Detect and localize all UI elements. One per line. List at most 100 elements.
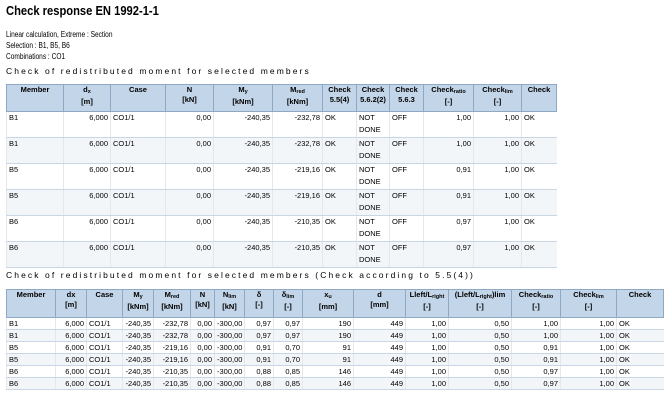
header-label: Member (20, 85, 50, 95)
table-cell: 1,00 (423, 111, 474, 138)
header-label: Case (129, 85, 147, 95)
table-cell: 0,00 (165, 163, 214, 190)
table-cell: OK (616, 377, 664, 390)
table-cell: 6,000 (63, 189, 111, 216)
table-cell: 0,50 (448, 353, 512, 366)
table-cell: 6,000 (55, 353, 87, 366)
table-cell: OK (521, 163, 557, 190)
table-cell: -300,00 (214, 317, 245, 330)
table-cell: -240,35 (213, 241, 273, 268)
table-cell: CO1/1 (110, 241, 166, 268)
column-header: Checklim [-] (473, 84, 522, 112)
table-row: B6 6,000 CO1/1 0,00 -240,35 -210,35 OK NOT DONE… (6, 215, 557, 242)
table-cell: OK (322, 215, 357, 242)
table-cell: 0,50 (448, 365, 512, 378)
header-subscript: lim (228, 294, 237, 300)
table-cell: 0,70 (273, 353, 303, 366)
header-label: δ (256, 290, 262, 300)
table-cell: 0,97 (273, 329, 303, 342)
table-cell: NOT DONE (356, 189, 390, 216)
header-unit: [kNm] (127, 302, 149, 311)
table-cell: 1,00 (560, 377, 617, 390)
table-cell: 0,91 (423, 163, 474, 190)
header-subscript: y (139, 294, 143, 300)
column-header: Check 5.6.2(2) (356, 84, 390, 112)
table-cell: OK (521, 137, 557, 164)
table-cell: OFF (389, 137, 424, 164)
header-subscript: ratio (453, 89, 466, 95)
column-header: dx [m] (63, 84, 111, 112)
header-unit: [kNm] (232, 97, 254, 106)
table-row: B1 6,000 CO1/1 -240,35 -232,78 0,00 -300,00 0,9… (6, 317, 664, 330)
table-cell: 1,00 (473, 111, 522, 138)
table-cell: 6,000 (55, 329, 87, 342)
table-cell: 0,00 (190, 317, 215, 330)
table-cell: OK (322, 111, 357, 138)
column-header: Nlim [kN] (214, 289, 245, 318)
header-unit: [-] (476, 302, 484, 311)
header-unit: 5.6.2(2) (360, 95, 386, 104)
header-unit: [kNm] (286, 97, 309, 106)
table-cell: -300,00 (214, 341, 245, 354)
table-cell: -300,00 (214, 377, 245, 390)
column-header: N [kN] (165, 84, 214, 112)
column-header: Checkratio [-] (423, 84, 474, 112)
header-subscript: red (296, 89, 305, 95)
table-cell: 0,88 (244, 365, 274, 378)
table-cell: -232,78 (153, 317, 191, 330)
table-cell: CO1/1 (86, 377, 123, 390)
header-subscript: right (479, 294, 492, 300)
table-cell: 0,00 (190, 341, 215, 354)
table-cell: 1,00 (560, 353, 617, 366)
table-cell: 1,00 (473, 163, 522, 190)
table-cell: 0,50 (448, 377, 512, 390)
table-cell: 449 (353, 329, 406, 342)
table-row: B6 6,000 CO1/1 -240,35 -210,35 0,00 -300,00 0,8… (6, 365, 664, 378)
table-row: B5 6,000 CO1/1 -240,35 -219,16 0,00 -300,00 0,9… (6, 353, 664, 366)
table-cell: B1 (6, 111, 64, 138)
header-row: Member dx [m] Case N [kN] My [kNm] Mred [kNm] Chec… (6, 84, 557, 112)
table-cell: 0,50 (448, 341, 512, 354)
table-cell: 0,50 (448, 317, 512, 330)
table-cell: 6,000 (63, 137, 111, 164)
table-cell: 6,000 (63, 215, 111, 242)
header-unit: 5.5(4) (329, 95, 350, 104)
table-cell: -232,78 (272, 111, 323, 138)
table-row: B6 6,000 CO1/1 0,00 -240,35 -210,35 OK NOT DONE… (6, 241, 557, 268)
table-cell: 1,00 (511, 329, 561, 342)
table-cell: OK (322, 137, 357, 164)
table-cell: 0,00 (165, 241, 214, 268)
table-cell: -300,00 (214, 329, 245, 342)
table-cell: 1,00 (405, 365, 449, 378)
header-subscript: right (432, 294, 445, 300)
header-label: Check (482, 85, 505, 95)
table-cell: OK (616, 341, 664, 354)
table-cell: 0,91 (244, 341, 274, 354)
combinations-info: Combinations : CO1 (6, 52, 66, 61)
table-cell: -240,35 (122, 353, 154, 366)
table-cell: -210,35 (272, 241, 323, 268)
table-cell: 0,97 (244, 317, 274, 330)
table-cell: CO1/1 (110, 189, 166, 216)
table-cell: 0,88 (244, 377, 274, 390)
table-cell: 1,00 (560, 329, 617, 342)
table-cell: -219,16 (153, 341, 191, 354)
table-cell: 0,91 (244, 353, 274, 366)
selection-info: Selection : B1, B5, B6 (6, 41, 70, 50)
table-cell: OK (521, 111, 557, 138)
table-cell: 1,00 (473, 137, 522, 164)
header-label: Case (95, 290, 114, 300)
table-cell: 0,00 (165, 215, 214, 242)
table-cell: 449 (353, 377, 406, 390)
table-cell: 1,00 (423, 137, 474, 164)
table-cell: B5 (6, 341, 56, 354)
header-label: Check (527, 85, 551, 95)
table-row: B5 6,000 CO1/1 0,00 -240,35 -219,16 OK NOT DONE… (6, 163, 557, 190)
header-label: Member (16, 290, 46, 300)
header-subscript: ratio (541, 294, 554, 300)
table-cell: CO1/1 (86, 329, 123, 342)
table-cell: -219,16 (272, 189, 323, 216)
column-header: N [kN] (190, 289, 215, 318)
table-cell: -240,35 (122, 365, 154, 378)
table-cell: B1 (6, 137, 64, 164)
